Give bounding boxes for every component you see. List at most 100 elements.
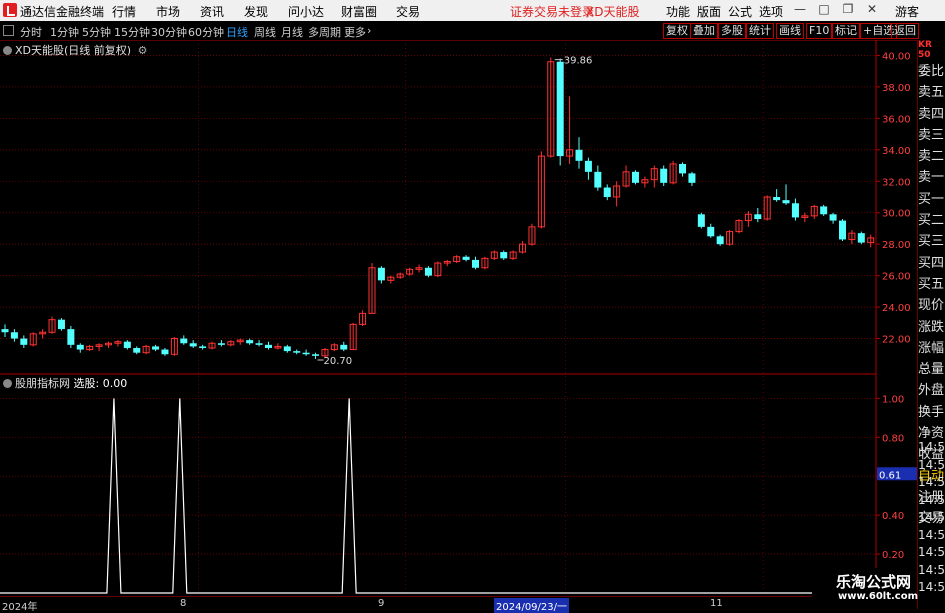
candle-body-down <box>152 346 160 350</box>
maximize-icon[interactable]: □ <box>814 2 834 18</box>
indicator-title: 股朋指标网 选股: 0.00 <box>3 375 127 391</box>
panel-item-buy5[interactable]: 买五 <box>918 273 945 294</box>
menu-market[interactable]: 市场 <box>156 3 180 20</box>
panel-item-sell5[interactable]: 卖五 <box>918 81 945 102</box>
panel-item-price[interactable]: 现价 <box>918 294 945 315</box>
candle-body-down <box>594 171 602 188</box>
period-30min[interactable]: 30分钟 <box>151 24 187 40</box>
panel-item-weibi[interactable]: 委比 <box>918 60 945 81</box>
candle-body-down <box>838 220 846 240</box>
tick-time: 14:56 <box>918 510 945 524</box>
period-tick[interactable]: 分时 <box>20 24 42 40</box>
period-15min[interactable]: 15分钟 <box>114 24 150 40</box>
period-1min[interactable]: 1分钟 <box>50 24 79 40</box>
menu-quotes[interactable]: 行情 <box>112 3 136 20</box>
menu-options[interactable]: 选项 <box>759 3 783 20</box>
back-button[interactable]: 返回 <box>891 23 919 39</box>
candle-body-down <box>180 338 188 344</box>
chart-title: XD天能股(日线 前复权) ⚙ <box>3 42 147 58</box>
close-icon[interactable]: ✕ <box>862 2 882 18</box>
draw-line-button[interactable]: 画线 <box>776 23 804 39</box>
panel-item-sell2[interactable]: 卖二 <box>918 145 945 166</box>
candle-body-down <box>782 200 790 204</box>
candle-body-down <box>293 351 301 353</box>
indicator-tick-label: 0.40 <box>882 511 904 522</box>
price-tick-label: 30.00 <box>882 209 911 220</box>
menu-ask[interactable]: 问小达 <box>288 3 324 20</box>
period-weekly[interactable]: 周线 <box>254 24 276 40</box>
candle-body-down <box>189 343 197 347</box>
panel-item-outer[interactable]: 外盘 <box>918 379 945 400</box>
candle-body-down <box>857 233 865 243</box>
candle-body-down <box>556 61 564 157</box>
period-more[interactable]: 更多 <box>344 24 366 40</box>
candle-body-down <box>161 349 169 355</box>
panel-item-change[interactable]: 涨跌 <box>918 316 945 337</box>
restore-icon[interactable]: ❐ <box>838 2 858 18</box>
panel-item-turnover[interactable]: 换手 <box>918 401 945 422</box>
panel-item-sell4[interactable]: 卖四 <box>918 103 945 124</box>
candle-body-down <box>707 226 715 237</box>
indicator-circle-icon[interactable] <box>3 379 12 388</box>
price-tick-label: 26.00 <box>882 272 911 283</box>
menu-layout[interactable]: 版面 <box>697 3 721 20</box>
kline-chart[interactable]: 39.86 20.70 40.00 38.00 36.00 34.00 32.00 30.0… <box>0 40 917 596</box>
period-daily[interactable]: 日线 <box>226 24 248 40</box>
high-price-label: 39.86 <box>564 56 593 67</box>
price-tick-label: 28.00 <box>882 240 911 251</box>
statistics-button[interactable]: 统计 <box>746 23 774 39</box>
candle-body-down <box>773 196 781 201</box>
panel-item-buy2[interactable]: 买二 <box>918 209 945 230</box>
candle-body-down <box>67 329 75 345</box>
f10-button[interactable]: F10 <box>806 23 833 39</box>
candle-body-down <box>820 206 828 215</box>
panel-item-buy1[interactable]: 买一 <box>918 188 945 209</box>
indicator-tick-label: 0.80 <box>882 433 904 444</box>
panel-item-sell3[interactable]: 卖三 <box>918 124 945 145</box>
date-label: 9 <box>378 598 385 609</box>
tick-time: 14:56 <box>918 475 945 489</box>
candle-body-down <box>697 214 705 227</box>
period-5min[interactable]: 5分钟 <box>82 24 111 40</box>
user-label[interactable]: 游客 <box>895 3 919 20</box>
panel-item-volume[interactable]: 总量 <box>918 358 945 379</box>
candle-body-down <box>302 352 310 355</box>
menu-formula[interactable]: 公式 <box>728 3 752 20</box>
menu-functions[interactable]: 功能 <box>666 3 690 20</box>
trade-login-warning[interactable]: 证券交易未登录 <box>510 3 594 20</box>
menu-wealth[interactable]: 财富圈 <box>341 3 377 20</box>
price-tick-label: 32.00 <box>882 177 911 188</box>
candle-body-down <box>283 346 291 352</box>
candle-body-down <box>716 236 724 245</box>
overlay-button[interactable]: 叠加 <box>690 23 718 39</box>
price-tick-label: 22.00 <box>882 335 911 346</box>
candle-body-down <box>754 214 762 220</box>
menu-discover[interactable]: 发现 <box>244 3 268 20</box>
indicator-tick-label: 1.00 <box>882 394 904 405</box>
panel-toggle-icon[interactable] <box>3 25 14 36</box>
settings-circle-icon[interactable] <box>3 46 12 55</box>
candle-body-down <box>255 343 263 345</box>
panel-item-buy4[interactable]: 买四 <box>918 252 945 273</box>
candle-body-down <box>340 344 348 350</box>
more-chevron-icon[interactable]: › <box>367 24 371 37</box>
gear-icon[interactable]: ⚙ <box>138 44 148 57</box>
adjust-button[interactable]: 复权 <box>663 23 691 39</box>
period-monthly[interactable]: 月线 <box>281 24 303 40</box>
period-multi[interactable]: 多周期 <box>308 24 341 40</box>
indicator-line <box>0 398 876 594</box>
candle-body-down <box>679 163 687 174</box>
candle-body-down <box>584 160 592 172</box>
minimize-icon[interactable]: — <box>790 2 810 18</box>
menu-info[interactable]: 资讯 <box>200 3 224 20</box>
period-60min[interactable]: 60分钟 <box>188 24 224 40</box>
panel-item-sell1[interactable]: 卖一 <box>918 166 945 187</box>
panel-item-pct[interactable]: 涨幅 <box>918 337 945 358</box>
multi-stock-button[interactable]: 多股 <box>718 23 746 39</box>
date-cursor-label: 2024/09/23/一 <box>494 598 570 613</box>
mark-button[interactable]: 标记 <box>832 23 860 39</box>
panel-item-buy3[interactable]: 买三 <box>918 230 945 251</box>
chart-title-text: XD天能股(日线 前复权) <box>15 44 132 57</box>
menu-trade[interactable]: 交易 <box>396 3 420 20</box>
candle-body-down <box>246 340 254 344</box>
